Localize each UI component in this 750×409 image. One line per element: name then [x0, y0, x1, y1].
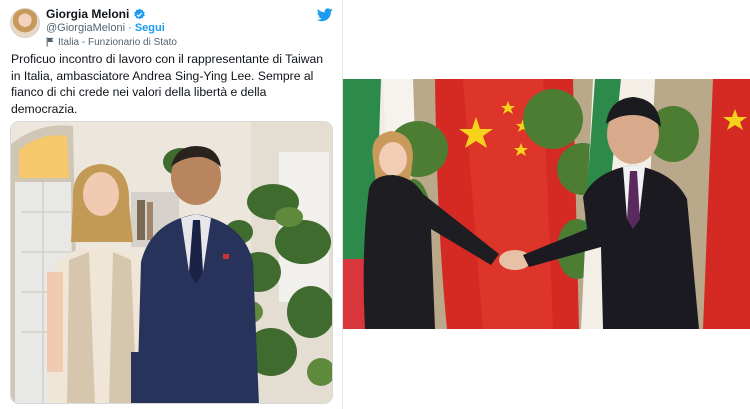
twitter-bird-icon[interactable] — [317, 8, 333, 22]
handle-row: @GiorgiaMeloni · Segui — [46, 22, 306, 35]
name-row: Giorgia Meloni — [46, 7, 306, 21]
author-block: Giorgia Meloni @GiorgiaMeloni · Segui It… — [46, 7, 306, 48]
follow-button[interactable]: Segui — [135, 22, 165, 34]
tweet-photo[interactable] — [10, 121, 333, 404]
avatar[interactable] — [10, 8, 40, 38]
display-name[interactable]: Giorgia Meloni — [46, 7, 129, 21]
account-label[interactable]: Italia - Funzionario di Stato — [58, 37, 177, 48]
handle[interactable]: @GiorgiaMeloni — [46, 22, 125, 34]
separator: · — [128, 22, 132, 34]
account-label-row: Italia - Funzionario di Stato — [46, 36, 306, 48]
tweet-header: Giorgia Meloni @GiorgiaMeloni · Segui It… — [10, 6, 335, 48]
verified-badge-icon — [134, 8, 146, 19]
tweet-photo-image — [11, 122, 332, 403]
tweet-card: Giorgia Meloni @GiorgiaMeloni · Segui It… — [0, 0, 343, 409]
tweet-text: Proficuo incontro di lavoro con il rappr… — [11, 52, 324, 116]
meeting-photo-image — [343, 79, 750, 329]
flag-icon — [46, 37, 54, 47]
meeting-photo[interactable] — [343, 79, 750, 329]
